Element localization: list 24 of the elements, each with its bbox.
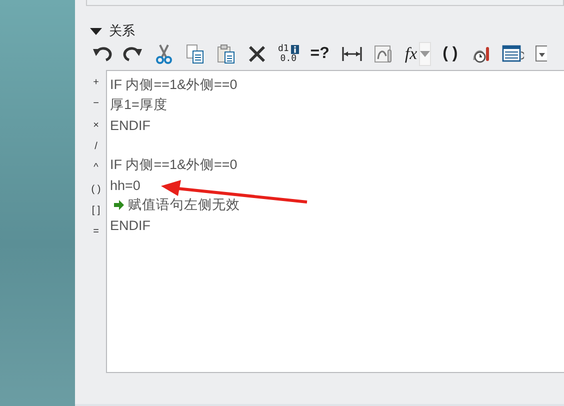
function-button[interactable]: fx (402, 42, 420, 66)
error-message: 赋值语句左侧无效 (128, 196, 240, 214)
operator-button[interactable]: × (86, 114, 106, 136)
relations-editor[interactable]: IF 内侧==1&外侧==0 厚1=厚度 ENDIF IF 内侧==1&外侧==0 hh=0 赋值语句左侧无效 ENDIF (106, 70, 564, 373)
operator-button[interactable]: − (86, 93, 106, 115)
operator-button[interactable]: / (86, 136, 106, 158)
section-title: 关系 (109, 22, 135, 40)
code-line: 厚1=厚度 (110, 96, 168, 114)
expand-triangle-icon[interactable] (90, 28, 102, 34)
toolbar-button[interactable]: =? (308, 42, 332, 66)
operator-button[interactable]: [ ] (86, 200, 106, 222)
code-line: IF 内侧==1&外侧==0 (110, 76, 238, 94)
code-line: ENDIF (110, 118, 150, 132)
arrow-icon (113, 199, 125, 211)
switch-symbols-button[interactable]: d1 0.0 (276, 42, 301, 66)
operator-button[interactable]: = (86, 221, 106, 242)
operator-button[interactable]: ^ (86, 157, 106, 178)
code-line: IF 内侧==1&外侧==0 (110, 156, 238, 174)
code-line: ENDIF (110, 218, 150, 232)
code-line: hh=0 (110, 178, 140, 192)
operator-button[interactable]: + (86, 72, 106, 94)
info-icon (290, 44, 299, 54)
toolbar-button[interactable]: ( ) (438, 42, 462, 66)
operator-button[interactable]: ( ) (86, 178, 106, 200)
